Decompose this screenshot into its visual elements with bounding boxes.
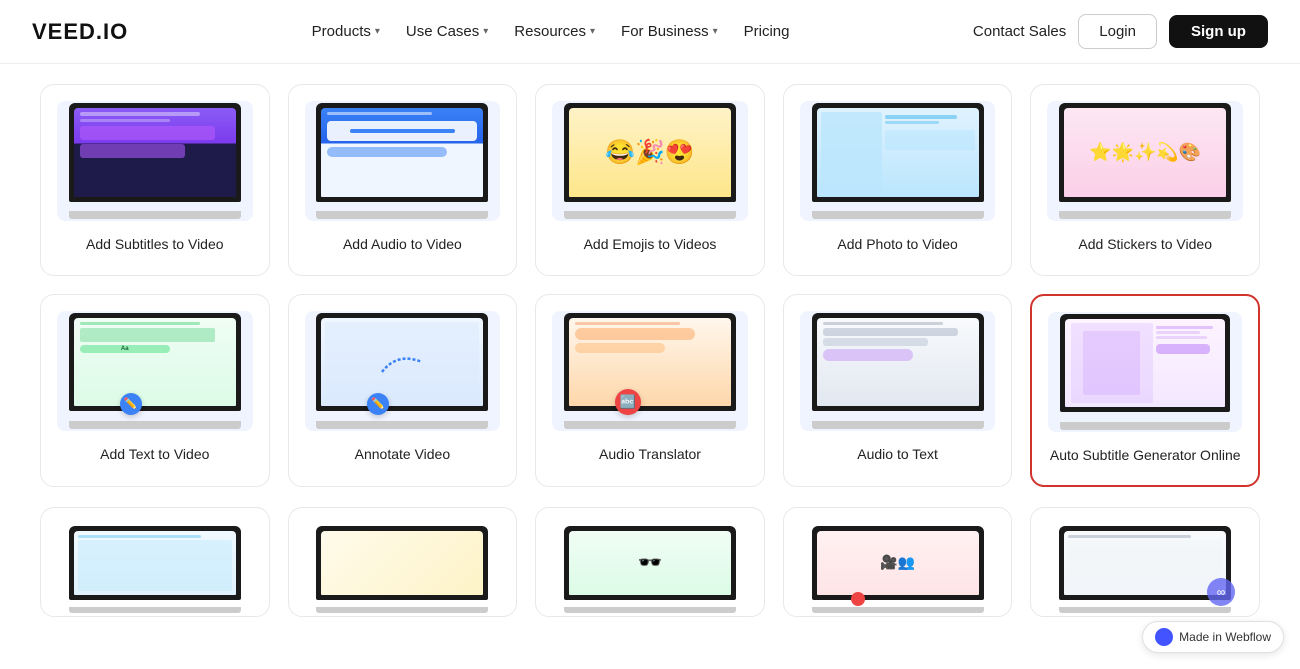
partial-card-1[interactable] bbox=[40, 507, 270, 617]
nav-products[interactable]: Products ▾ bbox=[302, 15, 390, 48]
card-thumb: 😂🎉😍 bbox=[552, 101, 748, 221]
nav-pricing[interactable]: Pricing bbox=[734, 15, 800, 48]
contact-sales-link[interactable]: Contact Sales bbox=[973, 23, 1066, 40]
login-button[interactable]: Login bbox=[1078, 14, 1157, 49]
card-thumb bbox=[800, 311, 996, 431]
cards-grid: Add Subtitles to Video bbox=[0, 64, 1300, 507]
partial-card-5[interactable]: ∞ bbox=[1030, 507, 1260, 617]
card-thumb: 🔤 bbox=[552, 311, 748, 431]
card-label: Add Photo to Video bbox=[837, 235, 957, 255]
webflow-label: Made in Webflow bbox=[1179, 630, 1271, 644]
card-add-stickers[interactable]: ⭐🌟✨💫🎨 Add Stickers to Video bbox=[1030, 84, 1260, 276]
chevron-down-icon: ▾ bbox=[483, 26, 488, 37]
card-label: Add Subtitles to Video bbox=[86, 235, 224, 255]
chevron-down-icon: ▾ bbox=[590, 26, 595, 37]
chevron-down-icon: ▾ bbox=[375, 26, 380, 37]
logo[interactable]: VEED.IO bbox=[32, 19, 128, 45]
card-label: Audio Translator bbox=[599, 445, 701, 465]
card-add-emojis[interactable]: 😂🎉😍 Add Emojis to Videos bbox=[535, 84, 765, 276]
card-thumb: ⭐🌟✨💫🎨 bbox=[1047, 101, 1243, 221]
card-label: Auto Subtitle Generator Online bbox=[1050, 446, 1241, 466]
nav-for-business[interactable]: For Business ▾ bbox=[611, 15, 728, 48]
card-label: Add Emojis to Videos bbox=[584, 235, 717, 255]
partial-cards-row: 🕶️ 🎥👥 bbox=[0, 507, 1300, 637]
card-thumb bbox=[1048, 312, 1242, 432]
card-label: Audio to Text bbox=[857, 445, 938, 465]
card-annotate[interactable]: ✏️ Annotate Video bbox=[288, 294, 518, 488]
card-thumb bbox=[57, 101, 253, 221]
signup-button[interactable]: Sign up bbox=[1169, 15, 1268, 48]
card-audio-translator[interactable]: 🔤 Audio Translator bbox=[535, 294, 765, 488]
card-thumb bbox=[305, 101, 501, 221]
navbar: VEED.IO Products ▾ Use Cases ▾ Resources… bbox=[0, 0, 1300, 64]
partial-card-2[interactable] bbox=[288, 507, 518, 617]
nav-right: Contact Sales Login Sign up bbox=[973, 14, 1268, 49]
card-thumb: Aa ✏️ bbox=[57, 311, 253, 431]
card-label: Add Stickers to Video bbox=[1078, 235, 1212, 255]
card-add-subtitles[interactable]: Add Subtitles to Video bbox=[40, 84, 270, 276]
nav-resources[interactable]: Resources ▾ bbox=[504, 15, 605, 48]
partial-card-4[interactable]: 🎥👥 bbox=[783, 507, 1013, 617]
card-add-photo[interactable]: Add Photo to Video bbox=[783, 84, 1013, 276]
nav-links: Products ▾ Use Cases ▾ Resources ▾ For B… bbox=[302, 15, 800, 48]
card-add-audio[interactable]: Add Audio to Video bbox=[288, 84, 518, 276]
card-thumb bbox=[800, 101, 996, 221]
webflow-badge[interactable]: Made in Webflow bbox=[1142, 621, 1284, 653]
card-auto-subtitle[interactable]: Auto Subtitle Generator Online bbox=[1030, 294, 1260, 488]
card-thumb: ✏️ bbox=[305, 311, 501, 431]
card-label: Add Audio to Video bbox=[343, 235, 462, 255]
card-label: Add Text to Video bbox=[100, 445, 209, 465]
partial-card-3[interactable]: 🕶️ bbox=[535, 507, 765, 617]
card-audio-to-text[interactable]: Audio to Text bbox=[783, 294, 1013, 488]
card-add-text[interactable]: Aa ✏️ Add Text to Video bbox=[40, 294, 270, 488]
chevron-down-icon: ▾ bbox=[713, 26, 718, 37]
webflow-icon bbox=[1155, 628, 1173, 646]
nav-use-cases[interactable]: Use Cases ▾ bbox=[396, 15, 498, 48]
card-label: Annotate Video bbox=[355, 445, 451, 465]
